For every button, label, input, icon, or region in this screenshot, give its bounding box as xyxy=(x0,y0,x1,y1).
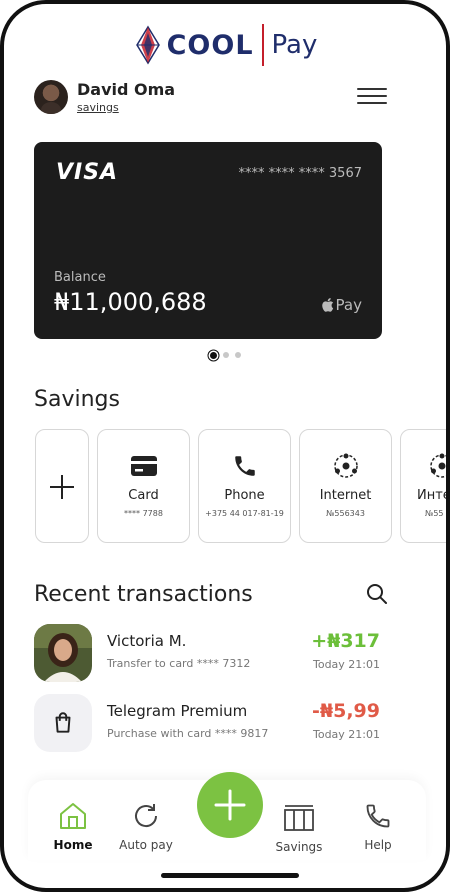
account-type-link[interactable]: savings xyxy=(77,101,175,114)
home-icon xyxy=(60,803,86,829)
transaction-row[interactable]: Victoria M. Transfer to card **** 7312 +… xyxy=(34,624,394,684)
tile-label: Phone xyxy=(224,488,265,503)
plus-icon xyxy=(50,475,74,499)
nav-help[interactable]: Help xyxy=(360,800,396,852)
menu-button[interactable] xyxy=(357,88,387,108)
home-indicator[interactable] xyxy=(161,873,299,878)
app-logo: COOL Pay xyxy=(4,20,446,70)
tile-label: Card xyxy=(128,488,159,503)
card-number: **** **** **** 3567 xyxy=(238,166,362,181)
menu-icon-line xyxy=(357,102,387,104)
nav-auto-pay[interactable]: Auto pay xyxy=(118,800,174,852)
profile-name: David Oma xyxy=(77,80,176,99)
add-button[interactable] xyxy=(197,772,263,838)
card-icon xyxy=(130,456,157,476)
plus-icon xyxy=(214,789,246,821)
nav-label: Home xyxy=(53,838,93,852)
tile-label: Internet xyxy=(319,488,372,503)
bank-card[interactable]: VISA **** **** **** 3567 Balance ₦11,000… xyxy=(34,142,382,339)
transaction-description: Purchase with card **** 9817 xyxy=(107,727,269,740)
balance-value: ₦11,000,688 xyxy=(54,288,207,316)
logo-mark-icon xyxy=(135,25,160,65)
search-icon[interactable] xyxy=(365,582,389,606)
transaction-time: Today 21:01 xyxy=(312,728,380,741)
transaction-name: Telegram Premium xyxy=(107,702,248,720)
apple-pay-badge: Pay xyxy=(321,296,362,314)
balance-label: Balance xyxy=(54,270,106,285)
profile-header[interactable]: David Oma savings xyxy=(34,80,175,114)
tile-sub: №55 xyxy=(425,509,444,518)
savings-tile-internet[interactable]: Internet №556343 xyxy=(299,429,392,543)
internet-icon xyxy=(333,453,358,478)
refresh-icon xyxy=(135,804,158,828)
tile-sub: **** 7788 xyxy=(124,509,163,518)
wallet-label: Pay xyxy=(335,296,362,314)
savings-icon xyxy=(284,805,314,831)
tile-sub: +375 44 017-81-19 xyxy=(205,509,284,518)
transaction-time: Today 21:01 xyxy=(312,658,380,671)
savings-tile-internet-2[interactable]: Инте №55 xyxy=(400,429,450,543)
phone-icon xyxy=(234,456,255,476)
nav-label: Help xyxy=(364,838,392,852)
transaction-amount: -₦5,99 xyxy=(312,700,380,722)
pager-dot-active[interactable] xyxy=(209,352,217,359)
contact-avatar xyxy=(34,624,92,682)
savings-title: Savings xyxy=(34,387,120,412)
avatar[interactable] xyxy=(34,80,68,114)
phone-icon xyxy=(366,804,390,828)
transaction-description: Transfer to card **** 7312 xyxy=(107,657,251,670)
nav-label: Auto pay xyxy=(119,838,173,852)
savings-tile-card[interactable]: Card **** 7788 xyxy=(97,429,190,543)
transaction-name: Victoria M. xyxy=(107,632,187,650)
nav-home[interactable]: Home xyxy=(48,800,98,852)
pager-dot[interactable] xyxy=(222,352,229,358)
nav-label: Savings xyxy=(275,840,323,854)
savings-tile-phone[interactable]: Phone +375 44 017-81-19 xyxy=(198,429,291,543)
menu-icon-line xyxy=(357,88,387,90)
add-savings-button[interactable] xyxy=(35,429,89,543)
transaction-row[interactable]: Telegram Premium Purchase with card ****… xyxy=(34,694,394,754)
card-pager[interactable] xyxy=(4,352,446,359)
card-network: VISA xyxy=(56,160,119,185)
brand-divider xyxy=(261,24,264,66)
nav-savings[interactable]: Savings xyxy=(272,802,326,854)
brand-name-main: COOL xyxy=(166,29,254,61)
pager-dot[interactable] xyxy=(234,352,241,358)
apple-icon xyxy=(321,298,333,312)
tile-sub: №556343 xyxy=(326,509,365,518)
brand-name-secondary: Pay xyxy=(271,30,318,60)
tile-label: Инте xyxy=(417,488,450,503)
internet-icon xyxy=(430,453,446,478)
menu-icon-line xyxy=(357,95,387,97)
transactions-title: Recent transactions xyxy=(34,582,253,607)
shopping-bag-icon xyxy=(34,694,92,752)
transaction-amount: +₦317 xyxy=(311,630,380,652)
phone-frame: COOL Pay David Oma savings VISA **** ***… xyxy=(0,0,450,892)
